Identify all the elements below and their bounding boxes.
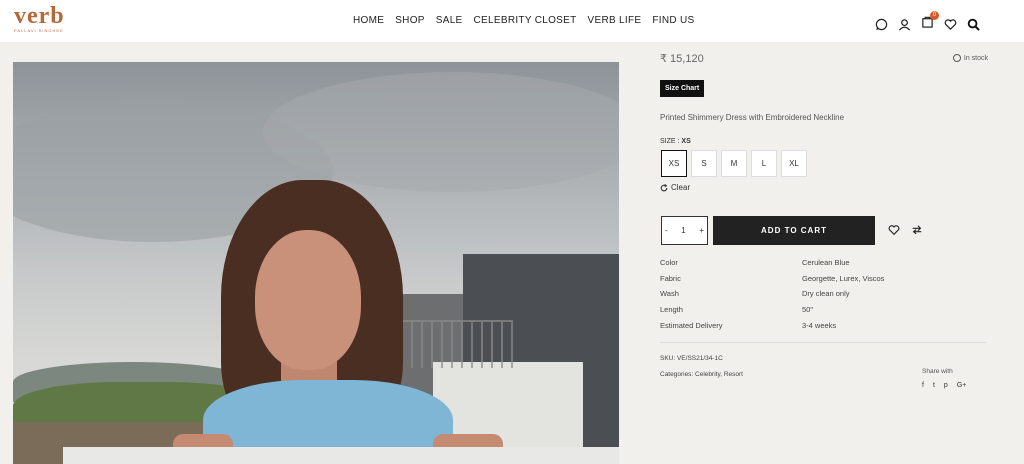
size-label: SIZE : XS — [660, 138, 691, 145]
attribute-key: Length — [660, 305, 683, 315]
product-price: ₹ 15,120 — [660, 53, 704, 65]
main-nav: HOME SHOP SALE CELEBRITY CLOSET VERB LIF… — [353, 15, 694, 26]
product-categories[interactable]: Categories: Celebrity, Resort — [660, 371, 743, 378]
clear-size-button[interactable]: Clear — [660, 183, 690, 192]
qty-increment-button[interactable]: + — [699, 226, 704, 235]
attribute-value: Georgette, Lurex, Viscos — [802, 273, 885, 283]
attribute-key: Wash — [660, 289, 679, 299]
attribute-key: Fabric — [660, 273, 681, 283]
attribute-row: Fabric Georgette, Lurex, Viscos — [660, 274, 986, 290]
attribute-key: Estimated Delivery — [660, 320, 723, 330]
compare-icon[interactable] — [911, 224, 923, 236]
attribute-value: 50" — [802, 305, 814, 315]
twitter-icon[interactable]: t — [933, 382, 935, 389]
nav-home[interactable]: HOME — [353, 15, 384, 26]
size-option-xs[interactable]: XS — [661, 150, 687, 177]
size-selected: XS — [681, 138, 691, 145]
nav-verb-life[interactable]: VERB LIFE — [588, 15, 642, 26]
product-sku: SKU: VE/SS21/34-1C — [660, 355, 723, 362]
size-option-l[interactable]: L — [751, 150, 777, 177]
stock-status: In stock — [952, 54, 988, 62]
brand-name: verb — [14, 3, 65, 29]
check-circle-icon — [952, 54, 961, 62]
google-plus-icon[interactable]: G+ — [957, 382, 967, 389]
size-option-xl[interactable]: XL — [781, 150, 807, 177]
photo-model-face — [255, 230, 361, 370]
product-image[interactable] — [13, 62, 619, 464]
product-attributes: Color Cerulean Blue Fabric Georgette, Lure… — [660, 258, 986, 336]
product-info: ₹ 15,120 In stock Size Chart Printed Shi… — [660, 0, 990, 464]
attribute-row: Length 50" — [660, 305, 986, 321]
qty-decrement-button[interactable]: - — [665, 226, 668, 235]
photo-cloud — [263, 72, 619, 192]
attribute-value: Cerulean Blue — [802, 258, 850, 267]
attribute-key: Color — [660, 258, 678, 267]
share-label: Share with — [922, 368, 953, 375]
nav-sale[interactable]: SALE — [436, 15, 463, 26]
size-option-s[interactable]: S — [691, 150, 717, 177]
size-label-text: SIZE : — [660, 138, 680, 145]
brand-tagline: PALLAVI SINGHEE — [14, 28, 64, 33]
attribute-value: 3-4 weeks — [802, 320, 837, 330]
attribute-row: Wash Dry clean only — [660, 289, 986, 305]
social-share-links: f t p G+ — [922, 382, 966, 389]
nav-shop[interactable]: SHOP — [395, 15, 425, 26]
clear-label: Clear — [671, 183, 691, 192]
brand-logo[interactable]: verb PALLAVI SINGHEE — [14, 3, 86, 36]
pinterest-icon[interactable]: p — [944, 382, 948, 389]
size-chart-button[interactable]: Size Chart — [660, 80, 705, 97]
wishlist-heart-icon[interactable] — [888, 224, 900, 236]
product-description: Printed Shimmery Dress with Embroidered … — [660, 113, 845, 122]
attribute-value: Dry clean only — [802, 289, 850, 299]
qty-value[interactable]: 1 — [681, 226, 685, 235]
refresh-icon — [660, 183, 668, 191]
stock-text: In stock — [963, 54, 988, 62]
attribute-row: Color Cerulean Blue — [660, 258, 986, 274]
attribute-row: Estimated Delivery 3-4 weeks — [660, 321, 986, 337]
add-to-cart-button[interactable]: ADD TO CART — [713, 216, 875, 245]
photo-ledge — [63, 447, 619, 464]
divider — [660, 342, 986, 343]
size-options: XS S M L XL — [661, 150, 807, 177]
quantity-stepper: - 1 + — [661, 216, 708, 245]
size-option-m[interactable]: M — [721, 150, 747, 177]
nav-celebrity-closet[interactable]: CELEBRITY CLOSET — [474, 15, 577, 26]
facebook-icon[interactable]: f — [922, 382, 924, 389]
